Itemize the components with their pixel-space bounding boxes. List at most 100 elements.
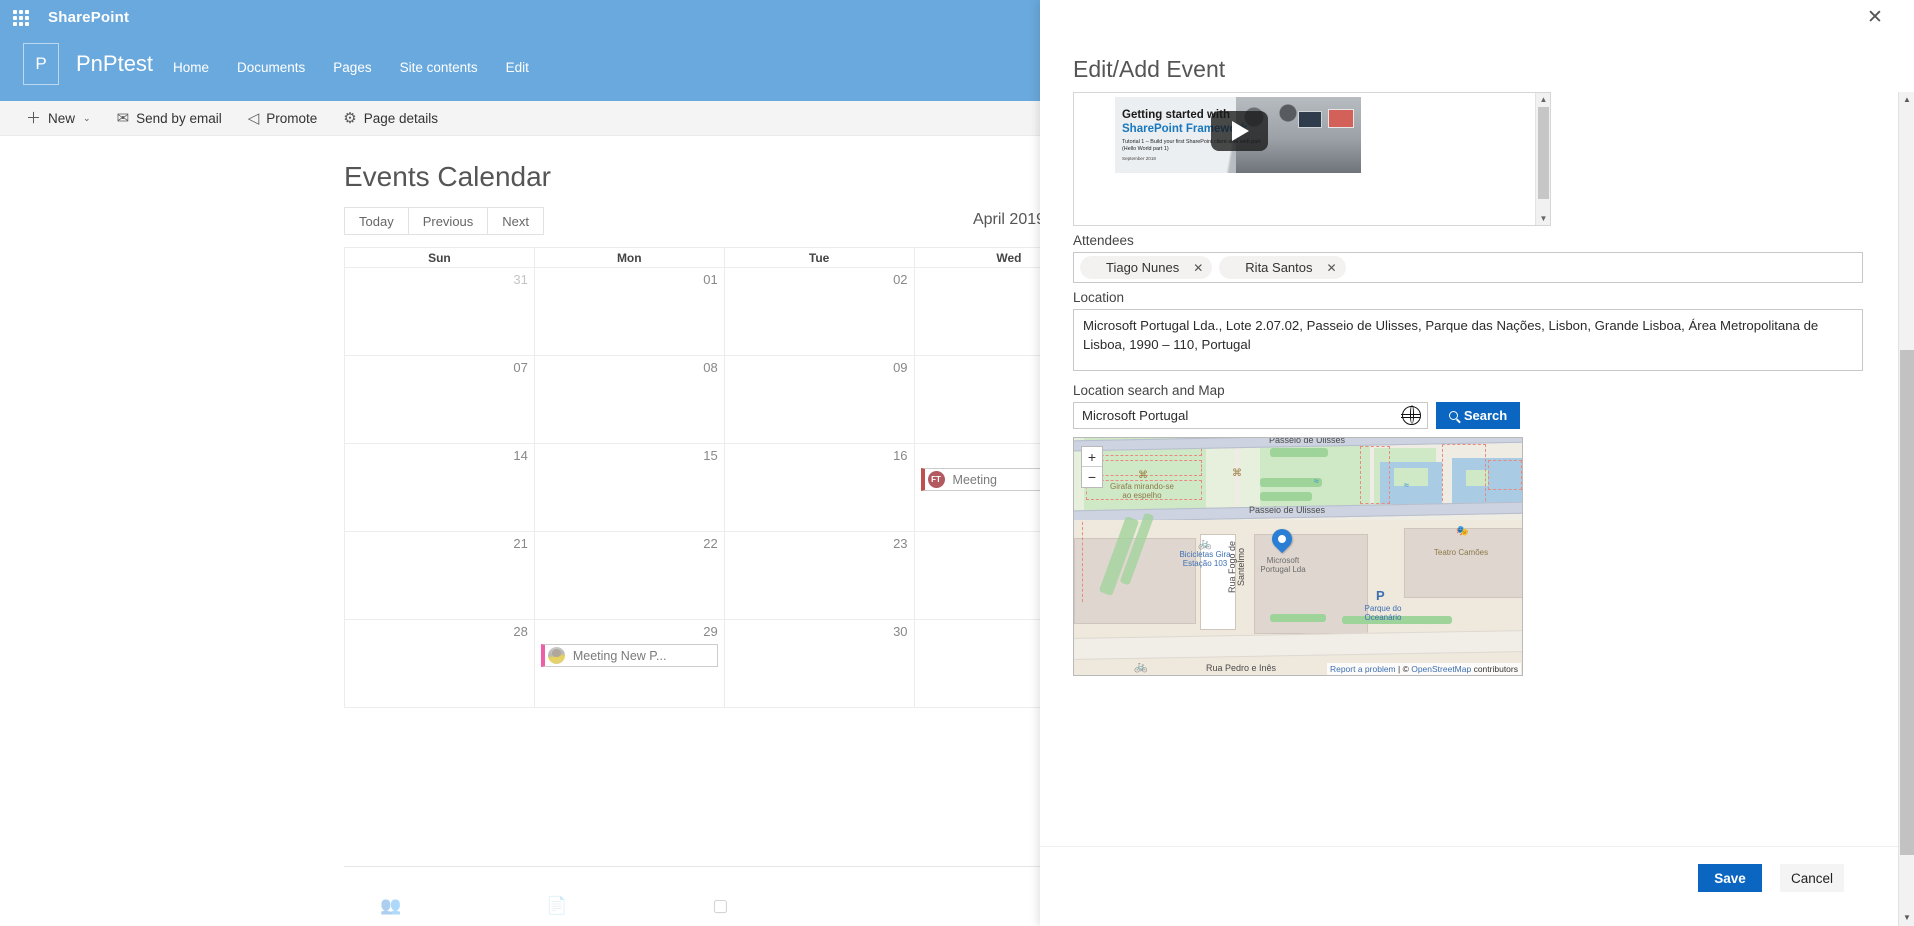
calendar-day-cell[interactable]: 31 <box>344 267 535 356</box>
calendar-day-number: 09 <box>893 360 908 375</box>
event-description-richtext[interactable]: Getting started with SharePoint Framewor… <box>1073 92 1551 226</box>
panel-content: Getting started with SharePoint Framewor… <box>1073 92 1863 676</box>
calendar-day-number: 07 <box>513 360 528 375</box>
window-scrollbar[interactable]: ▲ ▼ <box>1898 92 1914 926</box>
today-button[interactable]: Today <box>344 207 409 235</box>
nav-item-pages[interactable]: Pages <box>319 60 385 75</box>
next-button[interactable]: Next <box>487 207 545 235</box>
remove-attendee-icon-2[interactable]: ✕ <box>1327 261 1337 275</box>
map-label-parque: Parque do Oceanário <box>1364 604 1402 622</box>
map-zoom-in-button[interactable]: + <box>1082 447 1102 467</box>
scroll-up-icon[interactable]: ▲ <box>1536 93 1550 106</box>
location-label: Location <box>1073 290 1125 305</box>
calendar-day-number: 15 <box>703 448 718 463</box>
bicycle-icon-2: 🚲 <box>1134 661 1148 673</box>
weekday-header-sun: Sun <box>344 247 535 268</box>
calendar-day-cell[interactable]: 28 <box>344 619 535 708</box>
calendar-day-cell[interactable]: 22 <box>533 531 725 620</box>
calendar-day-cell[interactable]: 21 <box>344 531 535 620</box>
nav-item-home[interactable]: Home <box>159 60 223 75</box>
map-zoom-out-button[interactable]: − <box>1082 467 1102 487</box>
calendar-day-cell[interactable]: 02 <box>723 267 915 356</box>
calendar-day-number: 14 <box>513 448 528 463</box>
calendar-day-cell[interactable]: 09 <box>723 355 915 444</box>
calendar-day-cell[interactable]: 14 <box>344 443 535 532</box>
map-zoom-controls: + − <box>1081 446 1103 488</box>
suite-title[interactable]: SharePoint <box>48 9 129 26</box>
swimmer-icon-2: ≈ <box>1404 480 1409 490</box>
location-map[interactable]: Passeio de Ulisses Passeio de Ulisses Gi… <box>1073 437 1523 676</box>
promote-button[interactable]: ◁ Promote <box>236 101 330 136</box>
new-button[interactable]: ＋ New ⌄ <box>14 101 103 136</box>
close-icon[interactable]: ✕ <box>1857 2 1893 34</box>
scroll-up-icon[interactable]: ▲ <box>1899 92 1914 108</box>
nav-item-documents[interactable]: Documents <box>223 60 319 75</box>
calendar-day-number: 08 <box>703 360 718 375</box>
remove-attendee-icon-1[interactable]: ✕ <box>1193 261 1203 275</box>
scroll-down-icon[interactable]: ▼ <box>1899 910 1914 926</box>
calendar-day-cell[interactable]: 01 <box>533 267 725 356</box>
calendar-day-cell[interactable]: 07 <box>344 355 535 444</box>
search-button-label: Search <box>1463 408 1508 423</box>
report-a-problem-link[interactable]: Report a problem <box>1330 664 1396 674</box>
save-button[interactable]: Save <box>1698 864 1762 892</box>
send-by-email-button[interactable]: ✉ Send by email <box>105 101 234 136</box>
weekday-header-tue: Tue <box>723 247 915 268</box>
calendar-day-number: 29 <box>703 624 718 639</box>
window-scroll-thumb[interactable] <box>1900 350 1914 855</box>
map-road-label-2: Passeio de Ulisses <box>1248 505 1326 515</box>
swimmer-icon-1: ≈ <box>1314 476 1319 486</box>
page-details-label: Page details <box>363 110 439 126</box>
gear-icon: ⚙ <box>343 109 357 127</box>
attendee-pill-1[interactable]: Tiago Nunes ✕ <box>1080 256 1213 279</box>
globe-icon[interactable] <box>1401 405 1421 425</box>
calendar-day-cell[interactable]: 23 <box>723 531 915 620</box>
location-search-label: Location search and Map <box>1073 383 1225 398</box>
cancel-button[interactable]: Cancel <box>1780 864 1844 892</box>
attendee-name-2: Rita Santos <box>1245 260 1313 275</box>
calendar-day-number: 23 <box>893 536 908 551</box>
calendar-day-number: 21 <box>513 536 528 551</box>
weekday-header-mon: Mon <box>533 247 725 268</box>
calendar-day-cell[interactable]: 29 Meeting New P... <box>533 619 725 708</box>
calendar-day-cell[interactable]: 15 <box>533 443 725 532</box>
people-icon: 👥 <box>380 896 402 915</box>
richtext-scrollbar[interactable]: ▲ ▼ <box>1535 93 1550 225</box>
previous-button[interactable]: Previous <box>407 207 489 235</box>
monitor-icon <box>1298 111 1322 128</box>
nav-item-site-contents[interactable]: Site contents <box>386 60 492 75</box>
play-icon[interactable] <box>1211 111 1268 151</box>
app-launcher-icon[interactable] <box>4 9 38 26</box>
map-attribution-sep: | © <box>1395 664 1412 674</box>
calendar-day-cell[interactable]: 16 <box>723 443 915 532</box>
location-search-input[interactable] <box>1073 402 1428 429</box>
promote-label: Promote <box>266 110 318 126</box>
attendee-pill-2[interactable]: Rita Santos ✕ <box>1219 256 1346 279</box>
scroll-down-icon[interactable]: ▼ <box>1536 212 1550 225</box>
list-icon: ▢ <box>712 896 729 915</box>
search-button[interactable]: Search <box>1436 402 1520 429</box>
location-search-input-wrap <box>1073 402 1428 429</box>
nav-item-edit[interactable]: Edit <box>492 60 543 75</box>
page-footer-icons: 👥 📄 ▢ <box>380 896 728 916</box>
attendees-field[interactable]: Tiago Nunes ✕ Rita Santos ✕ <box>1073 252 1863 283</box>
map-label-teatro: Teatro Camões <box>1433 548 1489 557</box>
calendar-day-number: 31 <box>513 272 528 287</box>
video-thumbnail[interactable]: Getting started with SharePoint Framewor… <box>1115 97 1361 173</box>
avatar: FT <box>927 471 945 488</box>
video-date: September 2018 <box>1122 156 1156 161</box>
openstreetmap-link[interactable]: OpenStreetMap <box>1411 664 1471 674</box>
send-by-email-label: Send by email <box>136 110 222 126</box>
calendar-event-chip[interactable]: Meeting New P... <box>540 644 718 667</box>
calendar-day-cell[interactable]: 30 <box>723 619 915 708</box>
calendar-event-title: Meeting <box>952 472 998 487</box>
location-textarea[interactable] <box>1073 309 1863 371</box>
location-search-row: Search <box>1073 402 1863 429</box>
page-details-button[interactable]: ⚙ Page details <box>331 101 450 136</box>
richtext-scroll-thumb[interactable] <box>1538 107 1549 199</box>
calendar-day-cell[interactable]: 08 <box>533 355 725 444</box>
monitor-icon-2 <box>1328 109 1354 128</box>
site-name[interactable]: PnPtest <box>76 51 153 77</box>
search-icon <box>1448 411 1458 420</box>
megaphone-icon: ◁ <box>247 109 260 127</box>
